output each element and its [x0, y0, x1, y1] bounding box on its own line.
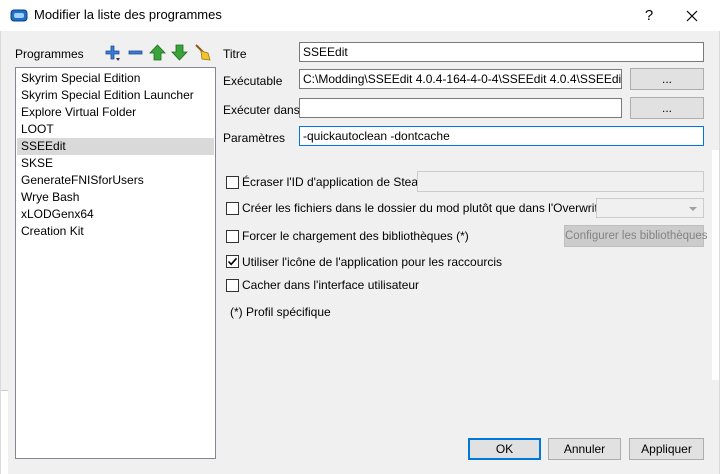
- move-up-icon: [149, 44, 166, 61]
- move-down-icon: [171, 44, 188, 61]
- run-in-field[interactable]: [299, 98, 622, 118]
- steam-id-label: Écraser l'ID d'application de Steam: [242, 175, 429, 189]
- apply-button[interactable]: Appliquer: [629, 438, 704, 460]
- force-libraries-label: Forcer le chargement des bibliothèques (…: [242, 229, 469, 243]
- configure-libraries-button[interactable]: Configurer les bibliothèques: [564, 225, 708, 247]
- app-icon: [10, 9, 28, 22]
- list-item[interactable]: xLODGenx64: [17, 206, 214, 223]
- move-up-button[interactable]: [148, 43, 167, 62]
- help-button[interactable]: ?: [636, 4, 662, 28]
- hide-in-ui-label: Cacher dans l'interface utilisateur: [242, 278, 420, 292]
- close-icon: [686, 10, 698, 22]
- list-item[interactable]: LOOT: [17, 121, 214, 138]
- steam-id-checkbox[interactable]: [226, 176, 239, 189]
- parameters-field[interactable]: -quickautoclean -dontcache: [299, 126, 704, 146]
- browse-executable-button[interactable]: ...: [630, 68, 704, 90]
- list-item[interactable]: GenerateFNISforUsers: [17, 172, 214, 189]
- use-app-icon-label: Utiliser l'icône de l'application pour l…: [242, 255, 503, 269]
- browse-run-in-button[interactable]: ...: [630, 97, 704, 119]
- create-files-in-mod-label: Créer les fichiers dans le dossier du mo…: [242, 201, 621, 215]
- list-item[interactable]: SSEEdit: [17, 138, 214, 155]
- move-down-button[interactable]: [170, 43, 189, 62]
- executable-field[interactable]: C:\Modding\SSEEdit 4.0.4-164-4-0-4\SSEEd…: [299, 69, 622, 89]
- chevron-down-icon: [689, 207, 697, 211]
- add-icon: [105, 45, 120, 61]
- broom-icon: [195, 44, 211, 61]
- cancel-button[interactable]: Annuler: [548, 438, 621, 460]
- list-item[interactable]: Skyrim Special Edition: [17, 70, 214, 87]
- executable-label: Exécutable: [223, 74, 283, 88]
- force-libraries-checkbox[interactable]: [226, 230, 239, 243]
- list-item[interactable]: Creation Kit: [17, 223, 214, 240]
- steam-id-field[interactable]: [417, 171, 704, 192]
- list-item[interactable]: Wrye Bash: [17, 189, 214, 206]
- use-app-icon-checkbox[interactable]: [226, 255, 239, 268]
- remove-icon: [128, 50, 143, 55]
- programs-label: Programmes: [15, 47, 84, 61]
- add-program-button[interactable]: [103, 43, 122, 62]
- list-item[interactable]: Explore Virtual Folder: [17, 104, 214, 121]
- list-item[interactable]: Skyrim Special Edition Launcher: [17, 87, 214, 104]
- close-button[interactable]: [678, 4, 706, 28]
- mod-select-dropdown[interactable]: [596, 198, 704, 218]
- programs-list[interactable]: Skyrim Special Edition Skyrim Special Edi…: [15, 67, 216, 459]
- remove-program-button[interactable]: [126, 43, 145, 62]
- hide-in-ui-checkbox[interactable]: [226, 279, 239, 292]
- parameters-label: Paramètres: [223, 131, 286, 145]
- checkmark-icon: [227, 257, 238, 266]
- background-window-right-strip: [712, 150, 720, 380]
- background-window-left-strip: [0, 390, 8, 474]
- list-item[interactable]: SKSE: [17, 155, 214, 172]
- profile-note: (*) Profil spécifique: [230, 305, 331, 319]
- clean-button[interactable]: [193, 43, 212, 62]
- ok-button[interactable]: OK: [468, 438, 541, 460]
- title-field[interactable]: SSEEdit: [299, 42, 704, 62]
- title-label: Titre: [223, 47, 247, 61]
- window-title: Modifier la liste des programmes: [34, 7, 222, 22]
- create-files-in-mod-checkbox[interactable]: [226, 202, 239, 215]
- title-bar: Modifier la liste des programmes ?: [0, 0, 720, 31]
- run-in-label: Exécuter dans: [223, 103, 300, 117]
